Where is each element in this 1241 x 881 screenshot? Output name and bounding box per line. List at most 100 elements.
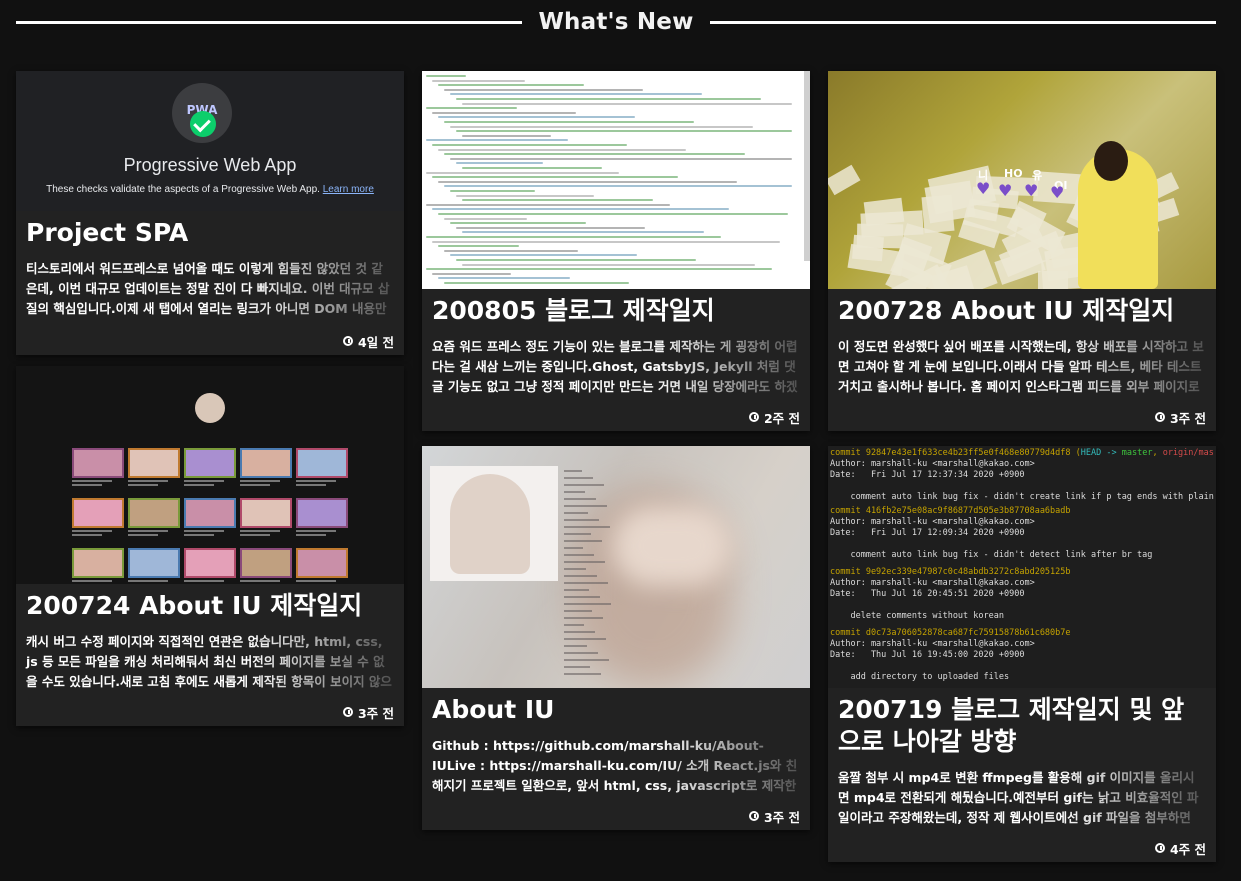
photo-person xyxy=(450,474,530,574)
side-text-line xyxy=(564,533,591,535)
side-text-line xyxy=(564,596,600,598)
code-line xyxy=(438,148,686,151)
code-line xyxy=(462,231,704,234)
code-line xyxy=(426,107,517,110)
post-card-200724[interactable]: 200724 About IU 제작일지 캐시 버그 수정 페이지와 직접적인 … xyxy=(16,366,404,726)
post-title[interactable]: 200728 About IU 제작일지 xyxy=(828,295,1216,327)
side-text-line xyxy=(564,526,610,528)
video-caption-line xyxy=(184,484,214,486)
code-line xyxy=(438,180,737,183)
side-text-line xyxy=(564,477,593,479)
video-caption-line xyxy=(72,484,102,486)
pwa-description: These checks validate the aspects of a P… xyxy=(46,184,374,195)
side-text-line xyxy=(564,638,606,640)
post-card-200728[interactable]: 니 HO 유 OI ♥ ♥ ♥ ♥ 200728 About IU 제작일지 이… xyxy=(828,71,1216,431)
code-line xyxy=(450,190,535,192)
post-excerpt: 움짤 첨부 시 mp4로 변환 ffmpeg를 활용해 gif 이미지를 올리시… xyxy=(838,770,1199,825)
code-line xyxy=(438,213,788,215)
code-line xyxy=(462,199,653,202)
code-line xyxy=(462,167,602,169)
side-text-line xyxy=(564,568,586,570)
code-line xyxy=(432,272,511,275)
git-commit: commit d0c73a706052878ca687fc75915878b61… xyxy=(830,628,1071,682)
code-line xyxy=(438,116,635,119)
video-thumbnail xyxy=(240,498,292,528)
side-text-line xyxy=(564,582,608,584)
video-caption-line xyxy=(128,534,158,536)
code-line xyxy=(438,245,519,248)
pwa-heading: Progressive Web App xyxy=(123,155,297,175)
side-text-line xyxy=(564,673,601,675)
post-title[interactable]: 200719 블로그 제작일지 및 앞으로 나아갈 방향 xyxy=(828,694,1216,758)
video-caption-line xyxy=(128,580,168,582)
code-line xyxy=(444,153,745,156)
video-caption-line xyxy=(296,530,336,532)
post-title[interactable]: About IU xyxy=(422,694,810,726)
side-text-line xyxy=(564,575,597,577)
side-text-line xyxy=(564,659,609,661)
heart-icon: ♥ xyxy=(1050,183,1065,202)
header-line-right xyxy=(709,20,1216,24)
code-line xyxy=(426,171,619,174)
paper-sheet xyxy=(828,164,861,196)
post-title[interactable]: 200724 About IU 제작일지 xyxy=(16,590,404,622)
post-card-project-spa[interactable]: PWA Progressive Web App These checks val… xyxy=(16,71,404,355)
post-excerpt: 캐시 버그 수정 페이지와 직접적인 연관은 없습니다만, html, css,… xyxy=(26,634,392,689)
heart-icon: ♥ xyxy=(998,181,1013,200)
git-commit: commit 92847e43e1f633ce4b23ff5e0f468e807… xyxy=(830,448,1214,502)
code-line xyxy=(450,93,702,96)
code-line xyxy=(426,139,568,142)
code-line xyxy=(432,79,525,82)
post-card-about-iu[interactable]: About IU Github : https://github.com/mar… xyxy=(422,446,810,830)
video-thumbnail xyxy=(72,448,124,478)
clock-icon xyxy=(342,336,353,346)
post-time: 4일 전 xyxy=(357,334,394,350)
code-line xyxy=(444,217,527,220)
video-thumbnail xyxy=(128,448,180,478)
video-caption-line xyxy=(128,530,168,532)
thumbnail-scrollbar xyxy=(804,71,810,261)
clock-icon xyxy=(1154,843,1165,853)
blurred-highlight xyxy=(612,506,732,586)
video-caption-line xyxy=(184,580,224,582)
section-header: What's New xyxy=(16,0,1216,44)
video-caption-line xyxy=(72,534,102,536)
video-thumbnail xyxy=(184,448,236,478)
code-line xyxy=(450,125,753,128)
post-card-200805[interactable]: 200805 블로그 제작일지 요즘 워드 프레스 정도 기능이 있는 블로그를… xyxy=(422,71,810,431)
code-line xyxy=(456,130,792,133)
post-title[interactable]: 200805 블로그 제작일지 xyxy=(422,295,810,327)
post-thumbnail: 니 HO 유 OI ♥ ♥ ♥ ♥ xyxy=(828,71,1216,289)
video-thumbnail xyxy=(296,548,348,578)
code-line xyxy=(432,176,678,179)
side-text-line xyxy=(564,512,588,514)
code-line xyxy=(432,111,576,114)
post-title[interactable]: Project SPA xyxy=(16,217,404,249)
video-thumbnail xyxy=(296,498,348,528)
video-caption-line xyxy=(296,480,336,482)
video-caption-line xyxy=(184,534,214,536)
check-circle-icon xyxy=(190,111,216,137)
side-text-line xyxy=(564,561,605,563)
code-line xyxy=(450,157,792,160)
post-thumbnail: PWA Progressive Web App These checks val… xyxy=(16,71,404,211)
code-line xyxy=(456,194,594,197)
post-card-200719[interactable]: commit 92847e43e1f633ce4b23ff5e0f468e807… xyxy=(828,446,1216,862)
code-line xyxy=(444,185,792,188)
code-line xyxy=(456,98,761,100)
code-line xyxy=(438,84,584,87)
video-caption-line xyxy=(72,530,112,532)
code-line xyxy=(444,121,694,123)
post-meta: 3주 전 xyxy=(422,802,810,830)
post-meta: 4주 전 xyxy=(828,834,1216,862)
side-text-line xyxy=(564,554,594,556)
post-time: 3주 전 xyxy=(1169,410,1206,426)
video-caption-line xyxy=(240,580,280,582)
side-text-line xyxy=(564,498,596,500)
clock-icon xyxy=(748,412,759,422)
video-thumbnail xyxy=(184,548,236,578)
side-text-line xyxy=(564,617,603,619)
post-meta: 3주 전 xyxy=(16,698,404,726)
video-caption-line xyxy=(184,530,224,532)
side-text-line xyxy=(564,505,607,507)
